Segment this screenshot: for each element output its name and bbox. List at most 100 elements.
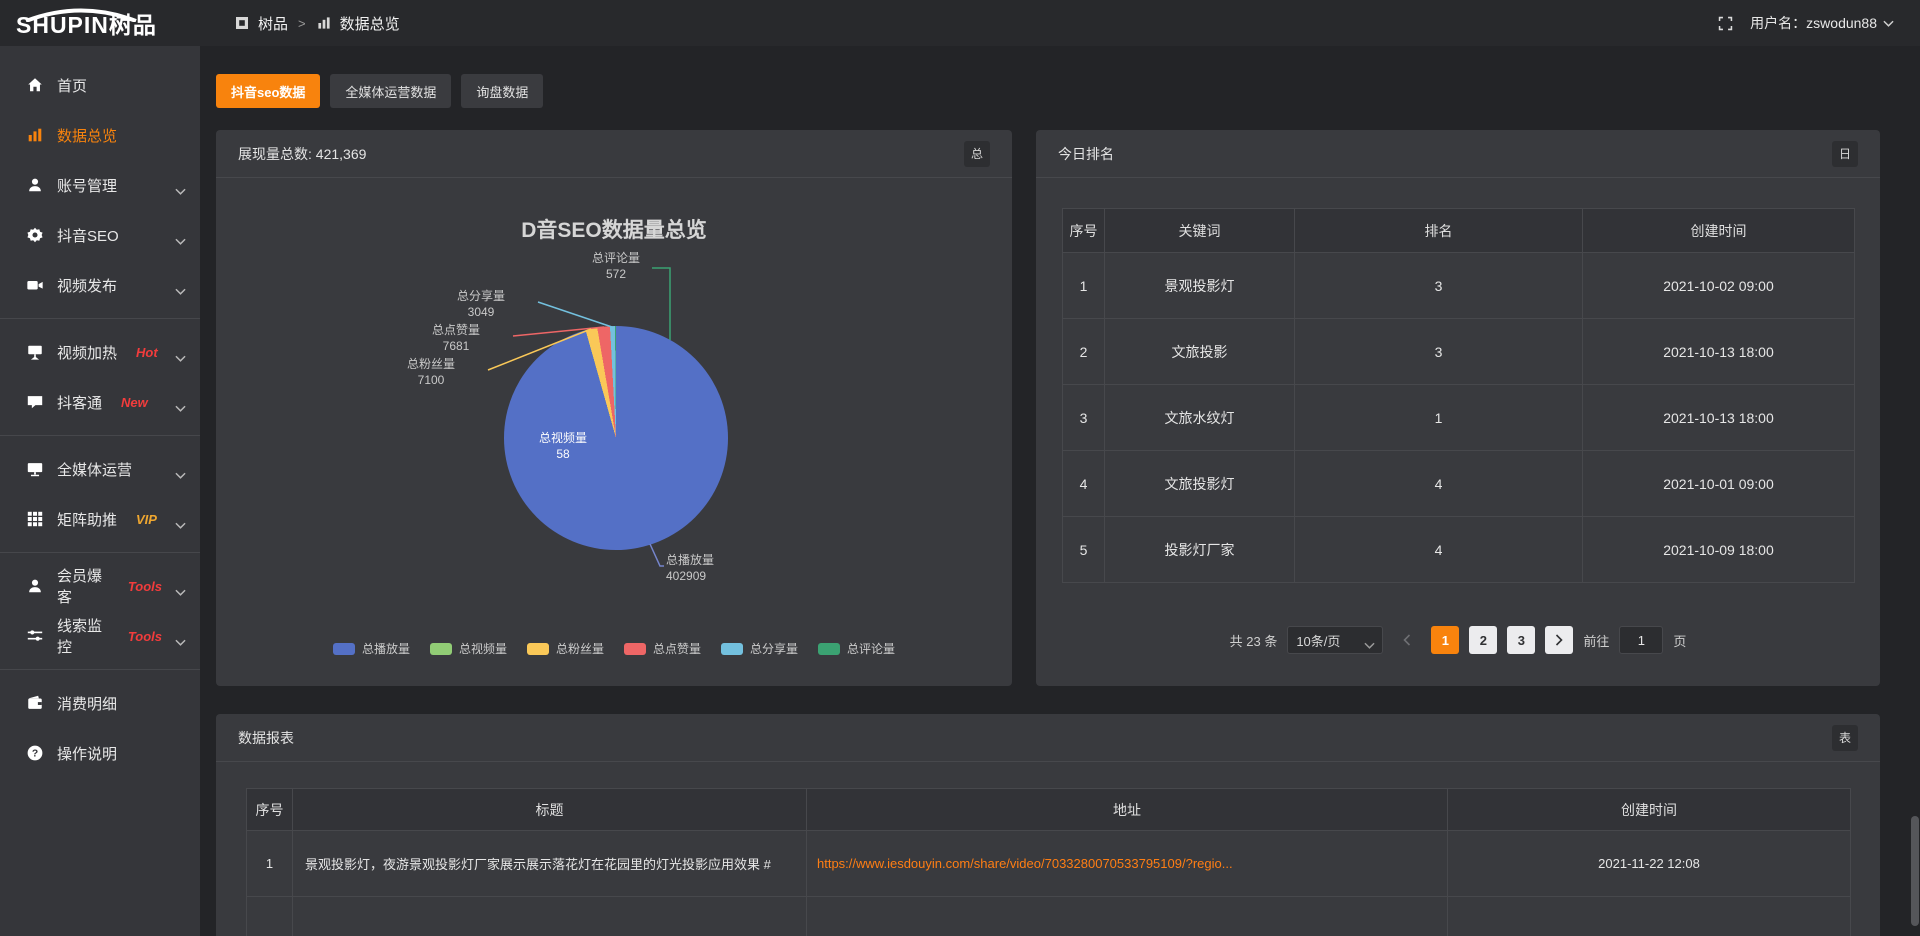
table-cell: 3 (1295, 253, 1583, 319)
report-card-title: 数据报表 (238, 728, 294, 748)
table-cell: 文旅投影灯 (1105, 451, 1295, 517)
tab-omnimedia-data[interactable]: 全媒体运营数据 (330, 74, 451, 108)
user-menu[interactable]: 用户名：zswodun88 (1750, 13, 1894, 33)
legend-item[interactable]: 总视频量 (430, 640, 507, 657)
pagination-next[interactable] (1545, 626, 1573, 654)
sidebar-item-label: 抖客通 (57, 392, 102, 413)
table-cell: 2021-11-22 12:08 (1448, 831, 1851, 897)
table-cell (247, 897, 293, 936)
tab-inquiry-data[interactable]: 询盘数据 (461, 74, 543, 108)
sidebar-item-label: 视频发布 (57, 275, 117, 296)
sidebar-item-douyin-seo[interactable]: 抖音SEO (0, 210, 200, 260)
logo-arc-icon (22, 8, 140, 22)
table-row: 2文旅投影32021-10-13 18:00 (1063, 319, 1855, 385)
legend-swatch (818, 643, 840, 655)
camera-icon (26, 276, 44, 294)
report-table: 序号标题地址创建时间1景观投影灯，夜游景观投影灯厂家展示展示落花灯在花园里的灯光… (246, 788, 1851, 936)
legend-swatch (721, 643, 743, 655)
table-cell: 4 (1295, 517, 1583, 583)
sidebar-item-clue-monitor[interactable]: 线索监控Tools (0, 611, 200, 661)
legend-item[interactable]: 总播放量 (333, 640, 410, 657)
breadcrumb-root[interactable]: 树品 (258, 13, 288, 34)
wallet-icon (26, 694, 44, 712)
sidebar-item-spend-detail[interactable]: 消费明细 (0, 678, 200, 728)
table-cell: 文旅投影 (1105, 319, 1295, 385)
username: 用户名：zswodun88 (1750, 13, 1877, 33)
question-icon: ? (26, 744, 44, 762)
sidebar-divider (0, 669, 200, 670)
table-cell (807, 897, 1448, 936)
chevron-down-icon (175, 182, 186, 189)
sidebar-item-video-heat[interactable]: 视频加热Hot (0, 327, 200, 377)
column-header: 序号 (1063, 209, 1105, 253)
chevron-down-icon (175, 466, 186, 473)
pie-label-fans: 总粉丝量7100 (376, 356, 486, 388)
legend-item[interactable]: 总点赞量 (624, 640, 701, 657)
pagination-page-2[interactable]: 2 (1469, 626, 1497, 654)
column-header: 排名 (1295, 209, 1583, 253)
table-cell (1448, 897, 1851, 936)
sidebar-item-matrix-boost[interactable]: 矩阵助推 VIP (0, 494, 200, 544)
report-link[interactable]: https://www.iesdouyin.com/share/video/70… (807, 831, 1448, 897)
chevron-down-icon (1883, 20, 1894, 27)
sidebar-item-badge: New (121, 395, 148, 410)
total-badge-button[interactable]: 总 (964, 141, 990, 167)
pagination-page-3[interactable]: 3 (1507, 626, 1535, 654)
table-row (247, 897, 1851, 936)
table-row: 3文旅水纹灯12021-10-13 18:00 (1063, 385, 1855, 451)
table-cell: 景观投影灯 (1105, 253, 1295, 319)
table-cell: 3 (1295, 319, 1583, 385)
sidebar-item-label: 操作说明 (57, 743, 117, 764)
scrollbar-thumb[interactable] (1911, 816, 1919, 926)
breadcrumb-separator: > (298, 16, 306, 31)
data-report-card: 数据报表 表 序号标题地址创建时间1景观投影灯，夜游景观投影灯厂家展示展示落花灯… (216, 714, 1880, 936)
legend-label: 总分享量 (750, 640, 798, 657)
table-cell: 2021-10-13 18:00 (1583, 319, 1855, 385)
tab-douyin-seo-data[interactable]: 抖音seo数据 (216, 74, 320, 108)
sidebar-item-account-manage[interactable]: 账号管理 (0, 160, 200, 210)
sidebar-item-label: 矩阵助推 (57, 509, 117, 530)
table-cell (293, 897, 807, 936)
day-badge-button[interactable]: 日 (1832, 141, 1858, 167)
goto-suffix: 页 (1673, 631, 1686, 650)
table-row: 5投影灯厂家42021-10-09 18:00 (1063, 517, 1855, 583)
table-row: 1景观投影灯，夜游景观投影灯厂家展示展示落花灯在花园里的灯光投影应用效果 #ht… (247, 831, 1851, 897)
breadcrumb-current: 数据总览 (340, 13, 400, 34)
pagination-prev[interactable] (1393, 626, 1421, 654)
sidebar-divider (0, 552, 200, 553)
chevron-down-icon (1364, 637, 1374, 643)
chart-title: D音SEO数据量总览 (216, 214, 1012, 244)
sidebar-item-member-burst[interactable]: 会员爆客Tools (0, 561, 200, 611)
pie-label-videos: 总视频量58 (508, 430, 618, 462)
sidebar-item-badge: VIP (136, 512, 157, 527)
legend-swatch (527, 643, 549, 655)
table-cell: 1 (1063, 253, 1105, 319)
sidebar-item-data-overview[interactable]: 数据总览 (0, 110, 200, 160)
sidebar-item-video-publish[interactable]: 视频发布 (0, 260, 200, 310)
column-header: 地址 (807, 789, 1448, 831)
table-badge-button[interactable]: 表 (1832, 725, 1858, 751)
chart-legend: 总播放量 总视频量 总粉丝量 总点赞量 总分享量 总评论量 (216, 640, 1012, 657)
page-size-select[interactable]: 10条/页 (1287, 626, 1383, 654)
fullscreen-icon[interactable] (1717, 15, 1734, 32)
sidebar-item-badge: Tools (128, 579, 162, 594)
column-header: 标题 (293, 789, 807, 831)
pagination-page-1[interactable]: 1 (1431, 626, 1459, 654)
sidebar-item-omnimedia[interactable]: 全媒体运营 (0, 444, 200, 494)
sidebar-item-help[interactable]: ? 操作说明 (0, 728, 200, 778)
douyin-seo-overview-card: 展现量总数: 421,369 总 D音SEO数据量总览 总评论量572 总分享量… (216, 130, 1012, 686)
table-cell: 3 (1063, 385, 1105, 451)
legend-item[interactable]: 总粉丝量 (527, 640, 604, 657)
table-cell: 2021-10-09 18:00 (1583, 517, 1855, 583)
legend-item[interactable]: 总评论量 (818, 640, 895, 657)
legend-swatch (624, 643, 646, 655)
legend-item[interactable]: 总分享量 (721, 640, 798, 657)
sidebar-item-home[interactable]: 首页 (0, 60, 200, 110)
table-cell: 景观投影灯，夜游景观投影灯厂家展示展示落花灯在花园里的灯光投影应用效果 # (293, 831, 807, 897)
table-header-row: 序号标题地址创建时间 (247, 789, 1851, 831)
sidebar-item-label: 消费明细 (57, 693, 117, 714)
sidebar-divider (0, 435, 200, 436)
goto-page-input[interactable] (1619, 626, 1663, 654)
pie-chart[interactable]: D音SEO数据量总览 总评论量572 总分享量3049 总点赞量7681 总粉丝… (216, 178, 1012, 686)
sidebar-item-douketong[interactable]: 抖客通 New (0, 377, 200, 427)
